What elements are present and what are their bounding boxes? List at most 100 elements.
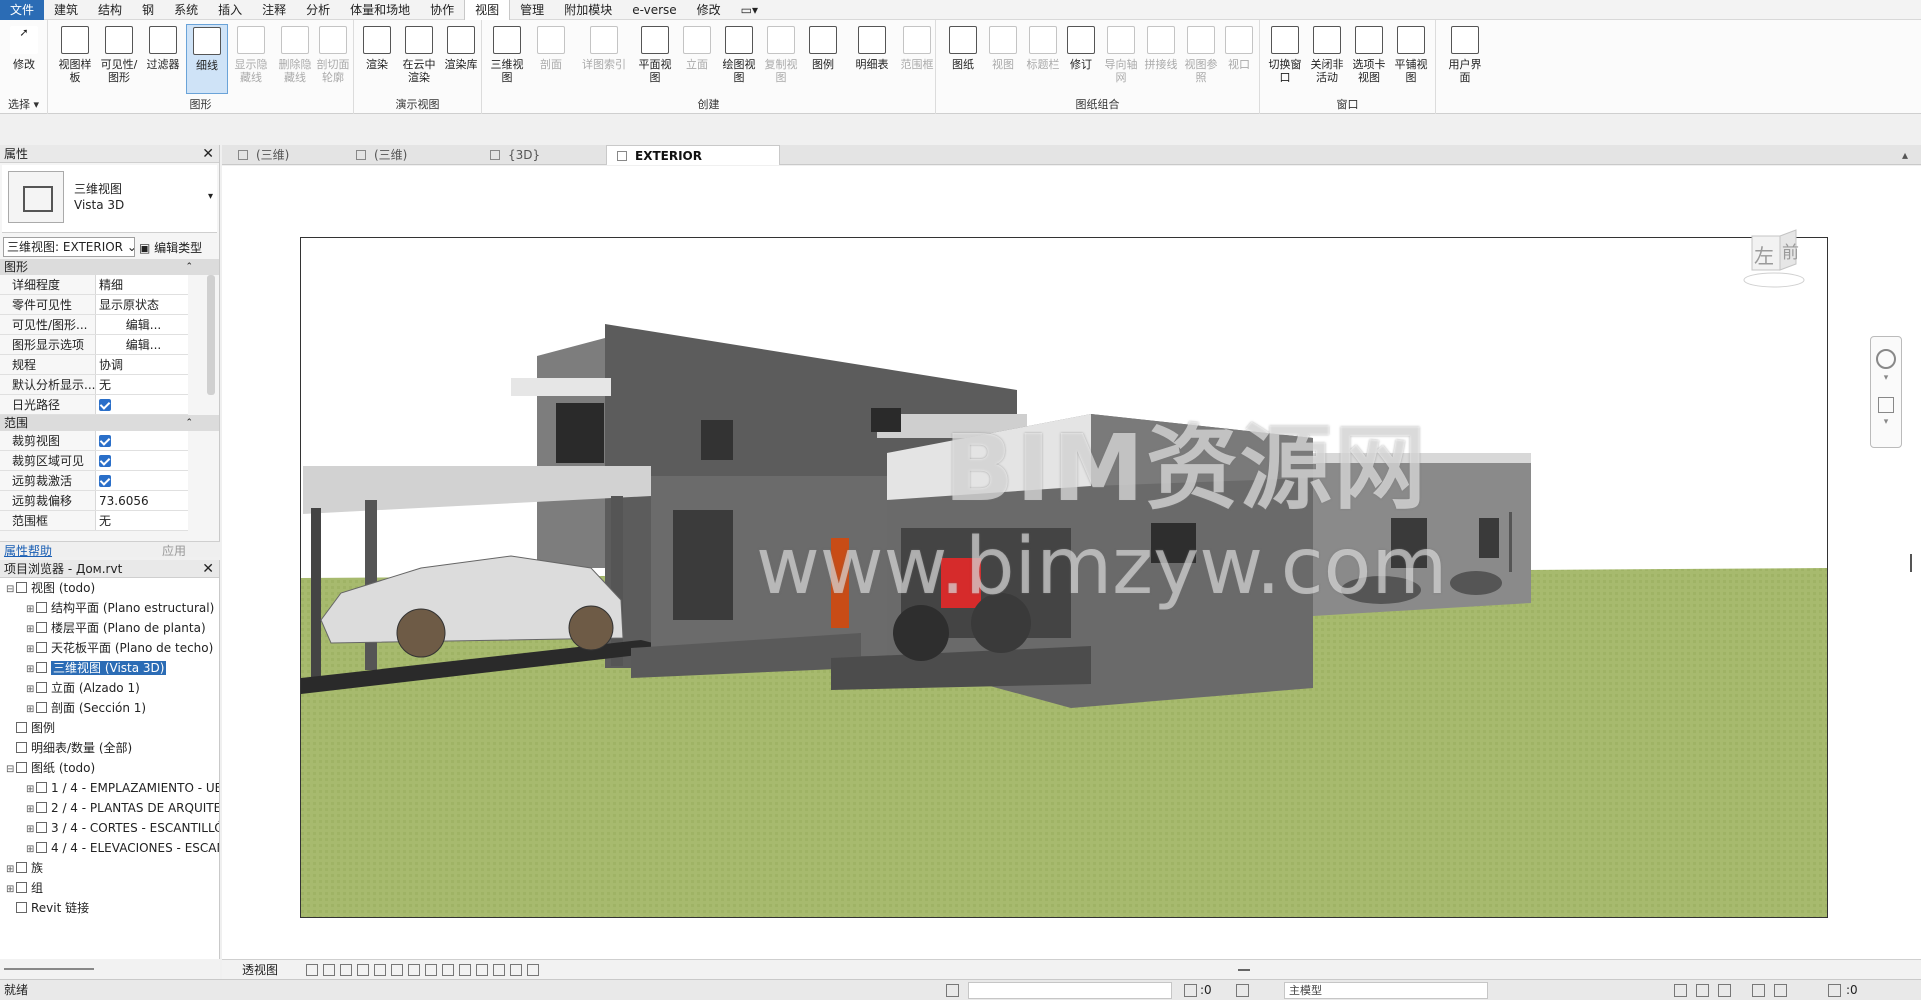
select-links-icon[interactable] [1674,984,1687,997]
tree-item[interactable]: ⊞ 楼层平面 (Plano de planta) [0,618,219,638]
tree-item[interactable]: ⊞ 组 [0,878,219,898]
tree-item[interactable]: ⊞ 立面 (Alzado 1) [0,678,219,698]
menu-tab-modify[interactable]: 修改 [687,0,731,20]
menu-tab-manage[interactable]: 管理 [510,0,554,20]
tree-item[interactable]: ⊞ 族 [0,858,219,878]
menu-tab-annotate[interactable]: 注释 [252,0,296,20]
tile-views-button[interactable]: 平铺视图 [1390,24,1432,94]
scrollbar-thumb[interactable] [1238,969,1250,971]
menu-tab-architecture[interactable]: 建筑 [44,0,88,20]
remove-hidden-lines-button[interactable]: 删除隐藏线 [274,24,316,94]
place-view-button[interactable]: 视图 [982,24,1024,94]
tree-item[interactable]: ⊞ 3 / 4 - CORTES - ESCANTILLÓ [0,818,219,838]
close-icon[interactable]: ✕ [202,560,214,578]
expand-toggle-icon[interactable]: ⊞ [6,880,16,898]
properties-help-link[interactable]: 属性帮助 [4,542,52,558]
expand-toggle-icon[interactable]: ⊞ [26,600,36,618]
constraints-icon[interactable] [527,964,539,976]
thin-lines-button[interactable]: 细线 [186,24,228,94]
menu-tab-everse[interactable]: e-verse [622,0,686,20]
view-tab[interactable]: (三维) [228,145,340,165]
view-cube[interactable]: 左 前 [1740,228,1808,292]
property-value[interactable]: 73.6056 [96,491,188,510]
modify-button[interactable]: ➚ 修改 [3,24,45,94]
workset-dropdown[interactable] [968,982,1172,999]
expand-toggle-icon[interactable]: ⊞ [26,660,36,678]
menu-tab-analyze[interactable]: 分析 [296,0,340,20]
checkbox-checked-icon[interactable] [99,399,111,411]
expand-toggle-icon[interactable]: ⊞ [26,800,36,818]
expand-toggle-icon[interactable]: ⊞ [26,820,36,838]
property-value[interactable]: 协调 [96,355,188,374]
matchline-button[interactable]: 拼接线 [1140,24,1182,94]
highlight-displacement-icon[interactable] [510,964,522,976]
property-value[interactable] [96,451,188,470]
tree-item[interactable]: ⊞ 4 / 4 - ELEVACIONES - ESCAN [0,838,219,858]
zoom-icon[interactable] [1878,397,1894,413]
switch-windows-button[interactable]: 切换窗口 [1264,24,1306,94]
select-pinned-icon[interactable] [1718,984,1731,997]
instance-filter-dropdown[interactable]: 三维视图: EXTERIOR ⌄ [3,237,135,257]
3d-view-button[interactable]: 三维视图 [486,24,528,94]
filters-button[interactable]: 过滤器 [142,24,184,94]
steering-wheel-icon[interactable] [1876,349,1896,369]
crop-view-icon[interactable] [391,964,403,976]
edit-type-button[interactable]: ▣ 编辑类型 [139,239,202,256]
view-reference-button[interactable]: 视图参照 [1180,24,1222,94]
menu-tab-systems[interactable]: 系统 [164,0,208,20]
tree-item[interactable]: ⊞ 结构平面 (Plano estructural) [0,598,219,618]
expand-toggle-icon[interactable]: ⊟ [6,760,16,778]
chevron-down-icon[interactable]: ▾ [1871,417,1901,427]
expand-toggle-icon[interactable]: ⊞ [26,640,36,658]
revisions-button[interactable]: 修订 [1060,24,1102,94]
property-value[interactable]: 编辑... [96,315,188,334]
tree-item[interactable]: ⊞ 三维视图 (Vista 3D) [0,658,219,678]
reveal-hidden-icon[interactable] [459,964,471,976]
duplicate-view-button[interactable]: 复制视图 [760,24,802,94]
shadows-icon[interactable] [357,964,369,976]
callout-button[interactable]: 详图索引 [576,24,632,94]
unlock-3d-icon[interactable] [425,964,437,976]
expand-toggle-icon[interactable]: ⊞ [6,860,16,878]
worksharing-icon[interactable] [476,964,488,976]
tree-item[interactable]: 图例 [0,718,219,738]
menu-tab-view[interactable]: 视图 [464,0,511,20]
menu-tab-massing[interactable]: 体量和场地 [340,0,420,20]
expand-toggle-icon[interactable]: ⊞ [26,780,36,798]
property-value[interactable] [96,395,188,414]
property-value[interactable] [96,471,188,490]
section-extents[interactable]: 范围 ⌃ [0,415,219,431]
visibility-graphics-button[interactable]: 可见性/图形 [98,24,140,94]
menu-tab-structure[interactable]: 结构 [88,0,132,20]
tree-item[interactable]: ⊞ 2 / 4 - PLANTAS DE ARQUITE [0,798,219,818]
close-inactive-button[interactable]: 关闭非活动 [1306,24,1348,94]
cut-profile-button[interactable]: 剖切面轮廓 [312,24,354,94]
tab-views-button[interactable]: 选项卡视图 [1348,24,1390,94]
property-value[interactable]: 无 [96,511,188,530]
tree-item[interactable]: ⊟ 视图 (todo) [0,578,219,598]
tree-item[interactable]: ⊟ 图纸 (todo) [0,758,219,778]
render-button[interactable]: 渲染 [356,24,398,94]
show-hidden-lines-button[interactable]: 显示隐藏线 [230,24,272,94]
drag-on-selection-icon[interactable] [1774,984,1787,997]
section-button[interactable]: 剖面 [530,24,572,94]
tree-item[interactable]: ⊞ 1 / 4 - EMPLAZAMIENTO - UB [0,778,219,798]
chevron-down-icon[interactable]: ▾ [1871,373,1901,383]
detail-level-icon[interactable] [306,964,318,976]
expand-toggle-icon[interactable]: ⊞ [26,840,36,858]
canvas-scroll-handle[interactable] [1910,554,1912,572]
menu-tab-steel[interactable]: 钢 [132,0,164,20]
close-icon[interactable]: ✕ [202,145,214,163]
property-value[interactable]: 显示原状态 [96,295,188,314]
menu-tab-addins[interactable]: 附加模块 [554,0,622,20]
expand-toggle-icon[interactable]: ⊞ [26,680,36,698]
viewports-button[interactable]: 视口 [1218,24,1260,94]
select-group-label[interactable]: 选择 ▾ [0,96,47,112]
elevation-button[interactable]: 立面 [676,24,718,94]
browser-scrollbar[interactable] [0,959,220,979]
select-underlay-icon[interactable] [1696,984,1709,997]
tree-item[interactable]: ⊞ 天花板平面 (Plano de techo) [0,638,219,658]
menu-tab-file[interactable]: 文件 [0,0,45,20]
view-cube-front[interactable]: 前 [1782,238,1799,263]
filter-icon[interactable] [1828,984,1841,997]
